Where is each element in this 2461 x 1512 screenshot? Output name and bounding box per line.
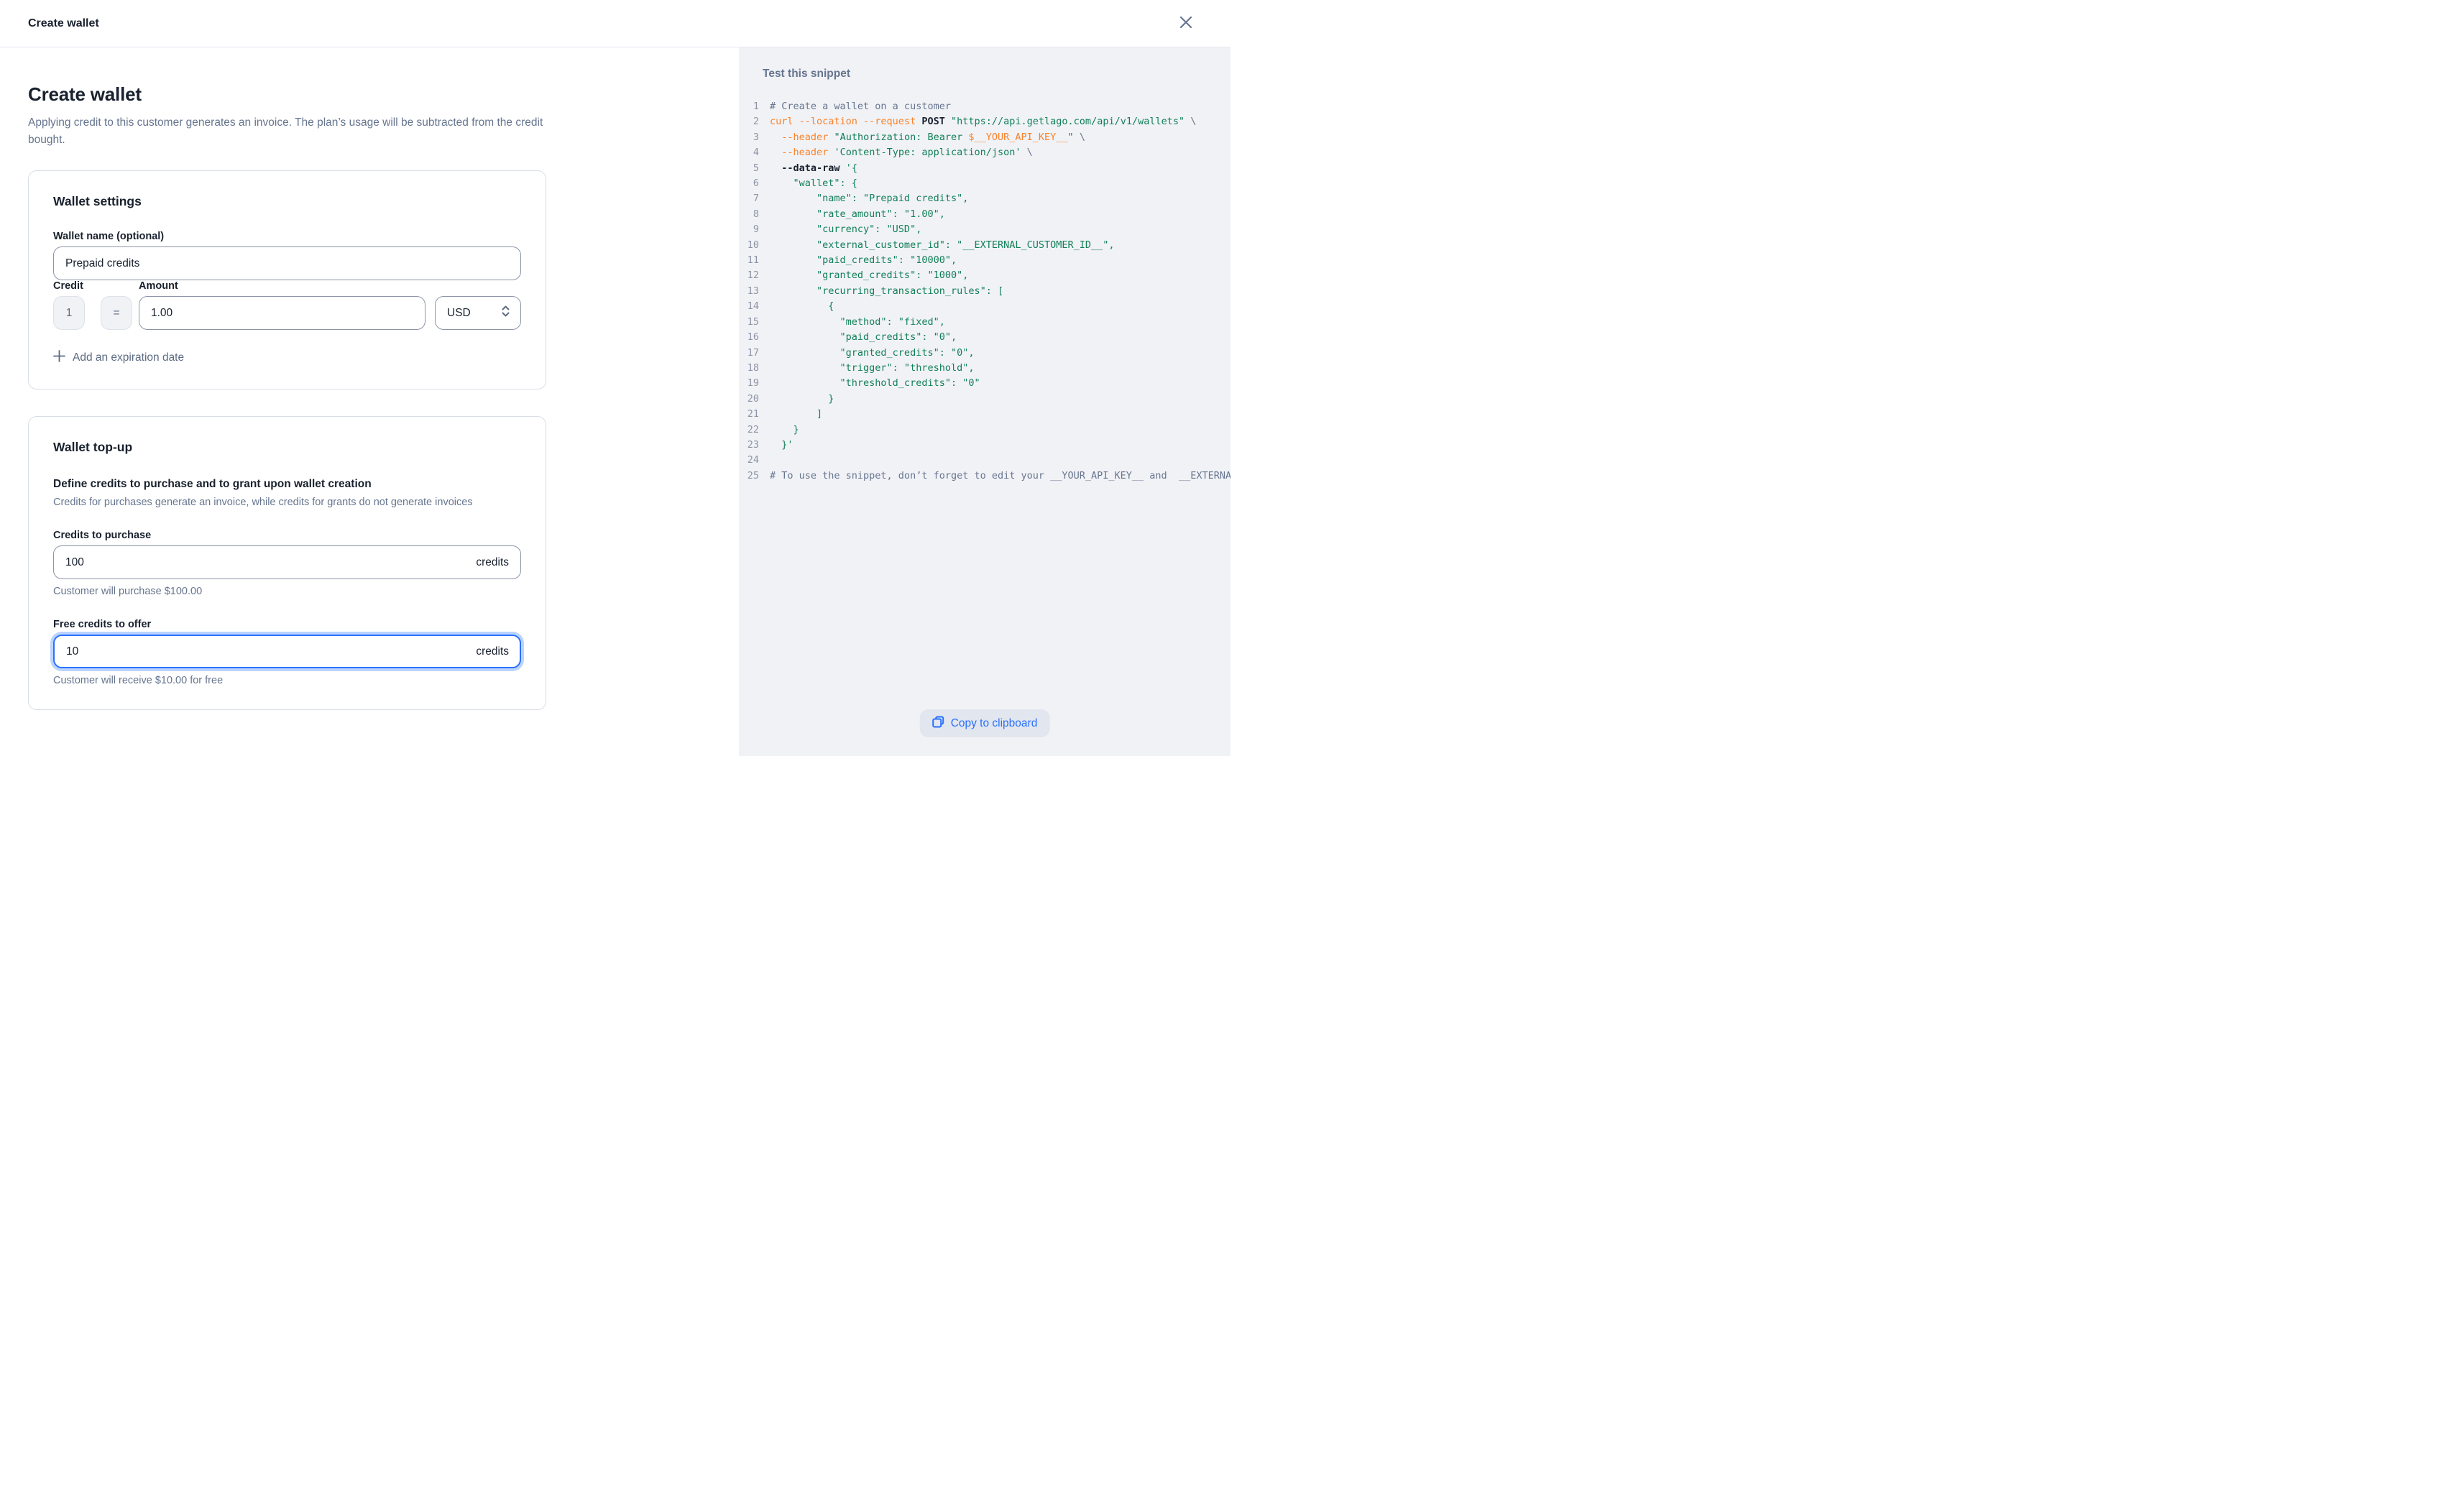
code-line: 24 [739,453,1230,468]
dialog-header: Create wallet [0,0,1230,47]
currency-select[interactable]: USD [435,296,521,330]
line-number: 13 [739,284,759,299]
top-up-subtitle-hint: Credits for purchases generate an invoic… [53,497,521,508]
code-line: 19 "threshold_credits": "0" [739,376,1230,391]
line-number: 19 [739,376,759,391]
add-expiration-date-label: Add an expiration date [73,351,184,364]
code-line: 18 "trigger": "threshold", [739,361,1230,376]
copy-to-clipboard-button[interactable]: Copy to clipboard [920,709,1050,737]
wallet-name-label: Wallet name (optional) [53,231,521,242]
copy-to-clipboard-label: Copy to clipboard [951,717,1038,730]
code-line: 5 --data-raw '{ [739,161,1230,176]
free-credits-label: Free credits to offer [53,619,521,630]
credit-column: Credit 1 [53,280,85,330]
line-number: 15 [739,315,759,330]
line-number: 22 [739,423,759,438]
code-line: 22 } [739,423,1230,438]
code-line: 12 "granted_credits": "1000", [739,268,1230,283]
code-line: 17 "granted_credits": "0", [739,346,1230,361]
line-number: 6 [739,176,759,191]
line-number: 8 [739,207,759,222]
amount-label: Amount [139,280,426,292]
currency-value: USD [447,307,471,320]
code-line: 8 "rate_amount": "1.00", [739,207,1230,222]
dialog-title: Create wallet [28,17,99,30]
snippet-panel: Test this snippet 1# Create a wallet on … [739,47,1230,756]
code-line: 13 "recurring_transaction_rules": [ [739,284,1230,299]
rate-amount-input[interactable] [139,296,426,330]
close-button[interactable] [1176,14,1196,34]
code-line: 1# Create a wallet on a customer [739,99,1230,114]
line-number: 3 [739,130,759,145]
wallet-top-up-title: Wallet top-up [53,440,521,455]
equals-box: = [101,296,132,330]
code-line: 21 ] [739,407,1230,422]
code-lines: 1# Create a wallet on a customer2curl --… [739,99,1230,484]
free-credits-field: credits [53,635,521,668]
line-number: 24 [739,453,759,468]
code-line: 2curl --location --request POST "https:/… [739,114,1230,129]
credit-value-box: 1 [53,296,85,330]
free-credits-input[interactable] [53,635,521,668]
credits-to-purchase-label: Credits to purchase [53,530,521,541]
line-number: 7 [739,191,759,206]
wallet-settings-title: Wallet settings [53,194,521,209]
top-up-subtitle: Define credits to purchase and to grant … [53,478,521,491]
code-line: 23 }' [739,438,1230,453]
free-credits-helper-text: Customer will receive $10.00 for free [53,675,521,686]
credits-to-purchase-field: credits [53,545,521,579]
page-description: Applying credit to this customer generat… [28,114,548,149]
line-number: 5 [739,161,759,176]
line-number: 17 [739,346,759,361]
page-title: Create wallet [28,83,739,106]
credit-label: Credit [53,280,85,292]
line-number: 18 [739,361,759,376]
wallet-top-up-card: Wallet top-up Define credits to purchase… [28,416,546,710]
select-arrows-icon [501,304,510,322]
credits-to-purchase-input[interactable] [53,545,521,579]
wallet-name-input[interactable] [53,246,521,280]
code-line: 6 "wallet": { [739,176,1230,191]
line-number: 23 [739,438,759,453]
code-line: 14 { [739,299,1230,314]
line-number: 11 [739,253,759,268]
code-line: 25# To use the snippet, don’t forget to … [739,469,1230,484]
code-line: 7 "name": "Prepaid credits", [739,191,1230,206]
credit-value: 1 [66,307,73,320]
line-number: 1 [739,99,759,114]
line-number: 9 [739,222,759,237]
line-number: 4 [739,145,759,160]
equals-sign: = [113,307,119,320]
add-expiration-date-button[interactable]: Add an expiration date [53,350,184,366]
line-number: 12 [739,268,759,283]
plus-icon [53,350,65,366]
line-number: 2 [739,114,759,129]
line-number: 21 [739,407,759,422]
line-number: 16 [739,330,759,345]
code-line: 9 "currency": "USD", [739,222,1230,237]
line-number: 25 [739,469,759,484]
copy-icon [932,716,944,732]
code-line: 15 "method": "fixed", [739,315,1230,330]
code-line: 4 --header 'Content-Type: application/js… [739,145,1230,160]
code-line: 10 "external_customer_id": "__EXTERNAL_C… [739,238,1230,253]
close-icon [1179,15,1193,32]
snippet-panel-title: Test this snippet [739,47,1230,80]
wallet-settings-card: Wallet settings Wallet name (optional) C… [28,170,546,389]
line-number: 10 [739,238,759,253]
amount-column: Amount [139,280,426,330]
create-wallet-form: Create wallet Applying credit to this cu… [0,47,739,756]
code-line: 3 --header "Authorization: Bearer $__YOU… [739,130,1230,145]
code-line: 20 } [739,392,1230,407]
code-line: 16 "paid_credits": "0", [739,330,1230,345]
code-line: 11 "paid_credits": "10000", [739,253,1230,268]
purchase-helper-text: Customer will purchase $100.00 [53,586,521,597]
line-number: 20 [739,392,759,407]
line-number: 14 [739,299,759,314]
